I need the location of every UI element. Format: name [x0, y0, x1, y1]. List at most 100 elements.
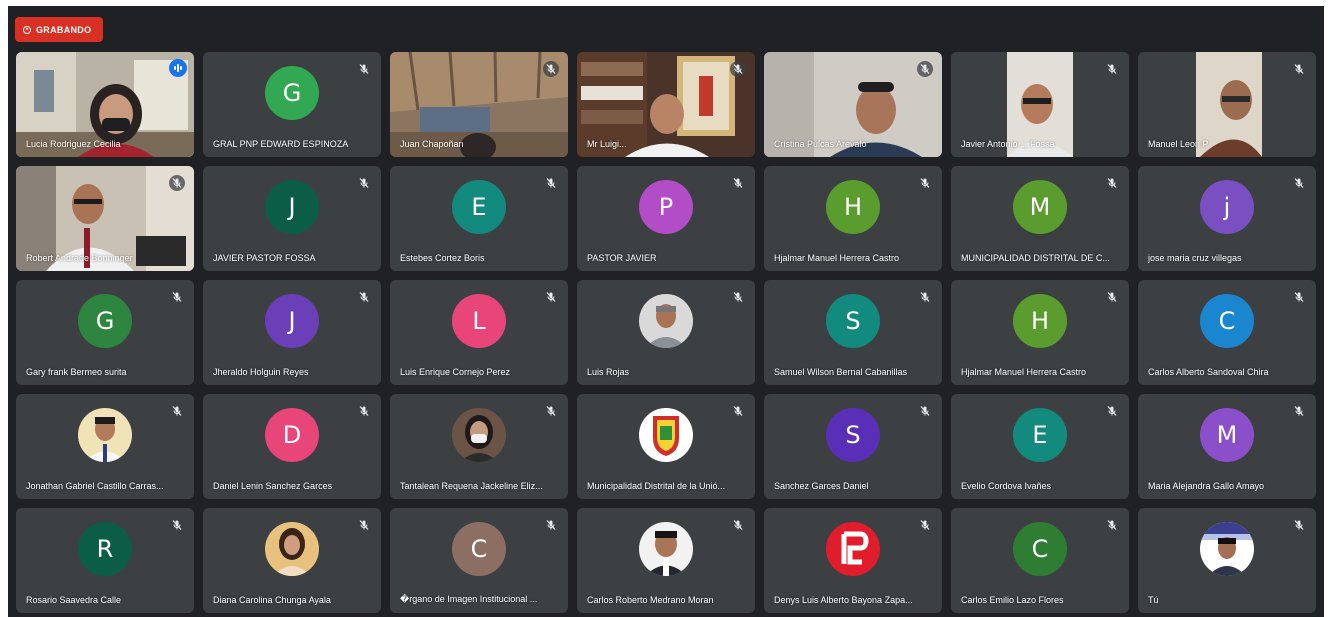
- participant-tile[interactable]: G Gary frank Bermeo surita: [16, 280, 194, 385]
- participant-tile[interactable]: P PASTOR JAVIER: [577, 166, 755, 271]
- participant-tile[interactable]: Tú: [1138, 508, 1316, 613]
- mic-off-icon: [1293, 176, 1305, 188]
- avatar: D: [265, 408, 319, 462]
- mic-off-icon: [1293, 404, 1305, 416]
- participant-tile[interactable]: Tantalean Requena Jackeline Eliz...: [390, 394, 568, 499]
- participant-name: Juan Chapoñan: [400, 139, 464, 149]
- participant-tile[interactable]: Lucia Rodriguez Cecilia: [16, 52, 194, 157]
- participant-tile[interactable]: Cristina Pulcas Arevalo: [764, 52, 942, 157]
- participant-tile[interactable]: Jonathan Gabriel Castillo Carras...: [16, 394, 194, 499]
- speaking-indicator-icon: [169, 59, 187, 77]
- avatar: P: [639, 180, 693, 234]
- participant-tile[interactable]: Javier Antonio ... Fossa: [951, 52, 1129, 157]
- participant-tile[interactable]: C �rgano de Imagen Institucional ...: [390, 508, 568, 613]
- participant-tile[interactable]: E Evelio Cordova Ivañes: [951, 394, 1129, 499]
- avatar-photo: [639, 522, 693, 576]
- participant-tile[interactable]: G GRAL PNP EDWARD ESPINOZA: [203, 52, 381, 157]
- participant-tile[interactable]: S Sanchez Garces Daniel: [764, 394, 942, 499]
- participant-tile[interactable]: S Samuel Wilson Bernal Cabanillas: [764, 280, 942, 385]
- mic-off-icon: [919, 176, 931, 188]
- participant-name: Jonathan Gabriel Castillo Carras...: [26, 481, 164, 491]
- participant-name: Rosario Saavedra Calle: [26, 595, 122, 605]
- participant-name: Municipalidad Distrital de la Unió...: [587, 481, 726, 491]
- mic-off-icon: [1106, 404, 1118, 416]
- participant-tile[interactable]: M Maria Alejandra Gallo Amayo: [1138, 394, 1316, 499]
- mic-off-icon: [543, 61, 559, 77]
- participant-tile[interactable]: J JAVIER PASTOR FOSSA: [203, 166, 381, 271]
- mic-off-icon: [171, 290, 183, 302]
- mic-off-icon: [732, 404, 744, 416]
- mic-off-icon: [545, 518, 557, 530]
- mic-off-icon: [358, 518, 370, 530]
- participant-tile[interactable]: J Jheraldo Holguin Reyes: [203, 280, 381, 385]
- participant-name: Lucia Rodriguez Cecilia: [26, 139, 121, 149]
- mic-off-icon: [919, 518, 931, 530]
- avatar-photo: [639, 294, 693, 348]
- avatar-photo: [452, 408, 506, 462]
- participant-tile[interactable]: L Luis Enrique Cornejo Perez: [390, 280, 568, 385]
- avatar: G: [78, 294, 132, 348]
- participant-tile[interactable]: Mr Luigi...: [577, 52, 755, 157]
- avatar: M: [1013, 180, 1067, 234]
- participant-tile[interactable]: C Carlos Emilio Lazo Flores: [951, 508, 1129, 613]
- participant-tile[interactable]: j jose maria cruz villegas: [1138, 166, 1316, 271]
- participant-tile[interactable]: Manuel Leon P: [1138, 52, 1316, 157]
- avatar: E: [1013, 408, 1067, 462]
- participant-name: GRAL PNP EDWARD ESPINOZA: [213, 139, 349, 149]
- mic-off-icon: [730, 61, 746, 77]
- participant-name: Maria Alejandra Gallo Amayo: [1148, 481, 1265, 491]
- participant-name: Robert Andrade Bonninger: [26, 253, 133, 263]
- avatar-photo: [826, 522, 880, 576]
- avatar: R: [78, 522, 132, 576]
- mic-off-icon: [732, 518, 744, 530]
- avatar: j: [1200, 180, 1254, 234]
- avatar: H: [1013, 294, 1067, 348]
- participant-tile[interactable]: R Rosario Saavedra Calle: [16, 508, 194, 613]
- mic-off-icon: [169, 175, 185, 191]
- participant-tile[interactable]: H Hjalmar Manuel Herrera Castro: [764, 166, 942, 271]
- participant-tile[interactable]: M MUNICIPALIDAD DISTRITAL DE C...: [951, 166, 1129, 271]
- avatar-photo: [78, 408, 132, 462]
- participant-name: Carlos Roberto Medrano Moran: [587, 595, 714, 605]
- participant-name: Daniel Lenin Sanchez Garces: [213, 481, 333, 491]
- mic-off-icon: [919, 404, 931, 416]
- mic-off-icon: [1293, 290, 1305, 302]
- participant-tile[interactable]: Robert Andrade Bonninger: [16, 166, 194, 271]
- mic-off-icon: [732, 290, 744, 302]
- mic-off-icon: [1106, 176, 1118, 188]
- participant-name: Evelio Cordova Ivañes: [961, 481, 1052, 491]
- mic-off-icon: [732, 176, 744, 188]
- participant-tile[interactable]: H Hjalmar Manuel Herrera Castro: [951, 280, 1129, 385]
- participant-tile[interactable]: Diana Carolina Chunga Ayala: [203, 508, 381, 613]
- mic-off-icon: [545, 404, 557, 416]
- participant-tile[interactable]: Luis Rojas: [577, 280, 755, 385]
- recording-badge[interactable]: GRABANDO: [15, 17, 103, 42]
- mic-off-icon: [1106, 518, 1118, 530]
- participant-name: Luis Rojas: [587, 367, 630, 377]
- participant-tile[interactable]: Municipalidad Distrital de la Unió...: [577, 394, 755, 499]
- participant-name: Carlos Alberto Sandoval Chira: [1148, 367, 1269, 377]
- participant-tile[interactable]: Carlos Roberto Medrano Moran: [577, 508, 755, 613]
- avatar: L: [452, 294, 506, 348]
- participant-tile[interactable]: D Daniel Lenin Sanchez Garces: [203, 394, 381, 499]
- avatar: G: [265, 66, 319, 120]
- participant-name: PASTOR JAVIER: [587, 253, 657, 263]
- avatar: J: [265, 180, 319, 234]
- participant-tile[interactable]: C Carlos Alberto Sandoval Chira: [1138, 280, 1316, 385]
- participant-name: Tantalean Requena Jackeline Eliz...: [400, 481, 543, 491]
- participant-tile[interactable]: E Estebes Cortez Boris: [390, 166, 568, 271]
- mic-off-icon: [171, 404, 183, 416]
- mic-off-icon: [358, 404, 370, 416]
- participant-tile[interactable]: Juan Chapoñan: [390, 52, 568, 157]
- avatar: C: [1200, 294, 1254, 348]
- participant-name: �rgano de Imagen Institucional ...: [400, 594, 538, 604]
- mic-off-icon: [358, 290, 370, 302]
- mic-off-icon: [917, 61, 933, 77]
- record-icon: [23, 25, 31, 34]
- participant-name: Hjalmar Manuel Herrera Castro: [774, 253, 900, 263]
- mic-off-icon: [545, 176, 557, 188]
- participant-tile[interactable]: Denys Luis Alberto Bayona Zapa...: [764, 508, 942, 613]
- mic-off-icon: [171, 518, 183, 530]
- participant-name: Samuel Wilson Bernal Cabanillas: [774, 367, 908, 377]
- recording-label: GRABANDO: [36, 24, 92, 35]
